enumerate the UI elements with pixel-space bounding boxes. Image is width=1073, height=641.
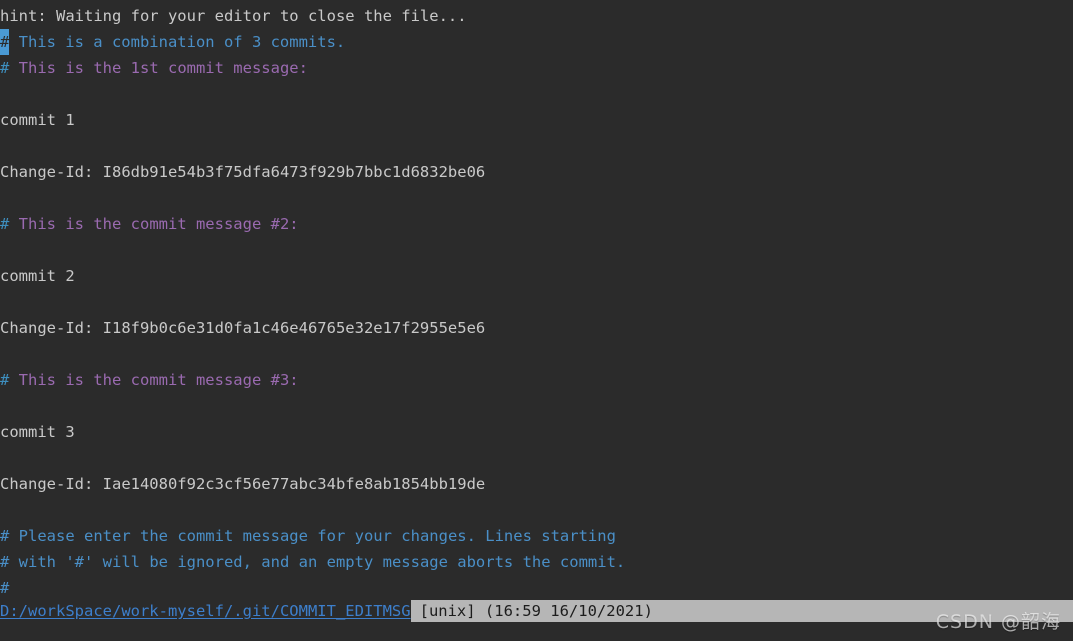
vim-terminal-window: hint: Waiting for your editor to close t… [0,0,1073,641]
status-bar: D:/workSpace/work-myself/.git/COMMIT_EDI… [0,600,1073,622]
editor-line-hint: hint: Waiting for your editor to close t… [0,3,1073,29]
editor-line-blank-8 [0,445,1073,471]
editor-line-msg1-header: # This is the 1st commit message: [0,55,1073,81]
editor-line-text: with '#' will be ignored, and an empty m… [9,553,626,571]
editor-line-text: commit 2 [0,267,75,285]
editor-line-blank-5 [0,289,1073,315]
editor-line-text: This is the commit message #2: [9,215,299,233]
comment-hash-marker: # [0,553,10,571]
editor-line-text: Change-Id: I18f9b0c6e31d0fa1c46e46765e32… [0,319,486,337]
editor-line-msg2-header: # This is the commit message #2: [0,211,1073,237]
editor-line-text: This is the commit message #3: [9,371,299,389]
comment-hash-marker: # [0,215,10,233]
editor-line-help-2: # with '#' will be ignored, and an empty… [0,549,1073,575]
editor-line-blank-6 [0,341,1073,367]
editor-line-blank-1 [0,81,1073,107]
editor-line-msg3-header: # This is the commit message #3: [0,367,1073,393]
editor-line-blank-7 [0,393,1073,419]
editor-line-text: This is a combination of 3 commits. [9,33,346,51]
editor-line-text: Change-Id: Iae14080f92c3cf56e77abc34bfe8… [0,475,486,493]
editor-line-change-id-3: Change-Id: Iae14080f92c3cf56e77abc34bfe8… [0,471,1073,497]
comment-hash-marker: # [0,527,10,545]
editor-line-blank-3 [0,185,1073,211]
editor-line-commit-1: commit 1 [0,107,1073,133]
command-line-area[interactable] [0,622,1073,641]
editor-text-area[interactable]: hint: Waiting for your editor to close t… [0,0,1073,604]
editor-line-text: hint: Waiting for your editor to close t… [0,7,467,25]
editor-line-text: commit 3 [0,423,75,441]
editor-line-blank-9 [0,497,1073,523]
editor-line-combination: # This is a combination of 3 commits. [0,29,1073,55]
editor-line-change-id-2: Change-Id: I18f9b0c6e31d0fa1c46e46765e32… [0,315,1073,341]
comment-hash-marker: # [0,371,10,389]
editor-line-blank-2 [0,133,1073,159]
editor-line-blank-4 [0,237,1073,263]
editor-line-text: commit 1 [0,111,75,129]
editor-line-commit-2: commit 2 [0,263,1073,289]
comment-hash-marker: # [0,579,10,597]
editor-line-change-id-1: Change-Id: I86db91e54b3f75dfa6473f929b7b… [0,159,1073,185]
editor-line-commit-3: commit 3 [0,419,1073,445]
status-bar-filepath: D:/workSpace/work-myself/.git/COMMIT_EDI… [0,600,411,622]
editor-line-text: This is the 1st commit message: [9,59,308,77]
text-cursor[interactable]: # [0,29,9,55]
editor-line-text: Change-Id: I86db91e54b3f75dfa6473f929b7b… [0,163,486,181]
editor-line-text: Please enter the commit message for your… [9,527,616,545]
editor-line-help-3: # [0,575,1073,601]
comment-hash-marker: # [0,59,10,77]
status-bar-file-meta: [unix] (16:59 16/10/2021) [419,602,653,620]
editor-line-help-1: # Please enter the commit message for yo… [0,523,1073,549]
